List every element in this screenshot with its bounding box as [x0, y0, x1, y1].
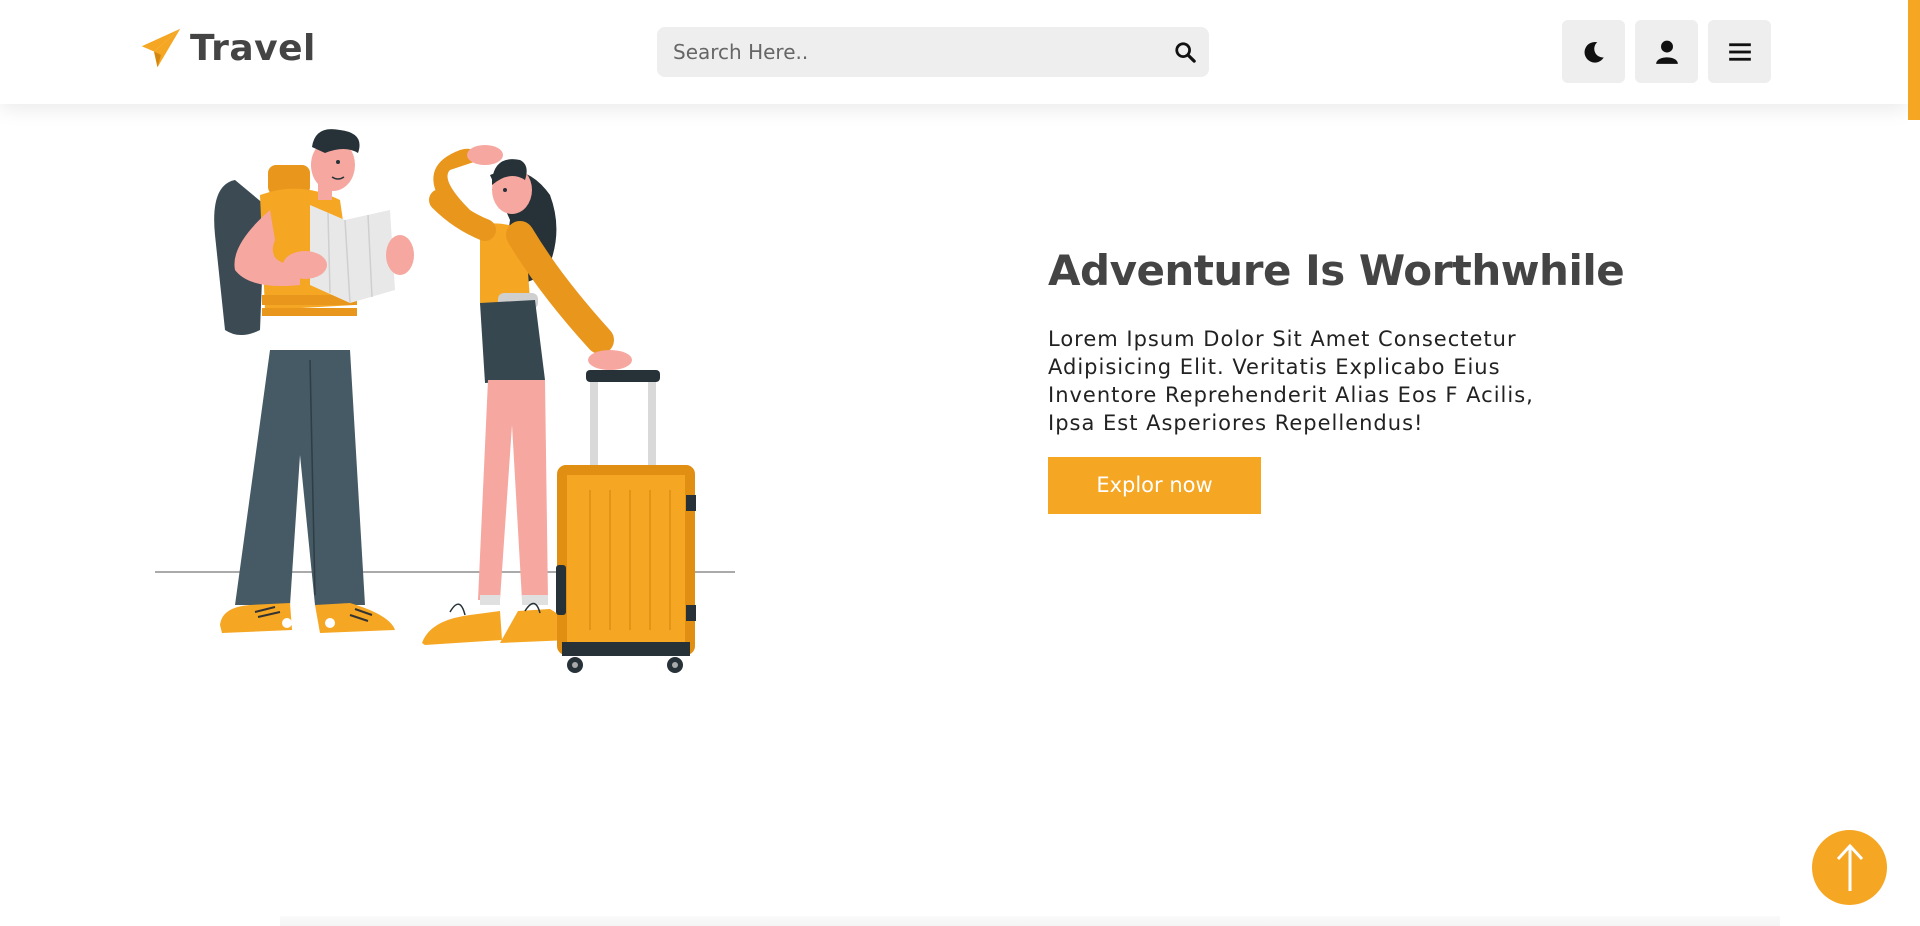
page-scrollbar[interactable] [1908, 0, 1920, 926]
hero-description: Lorem Ipsum Dolor Sit Amet Consectetur A… [1048, 327, 1534, 435]
explore-now-button[interactable]: Explor now [1048, 457, 1261, 514]
user-icon [1655, 40, 1678, 64]
logo-text: Travel [190, 27, 316, 69]
scroll-to-top-button[interactable] [1812, 830, 1887, 905]
theme-toggle-button[interactable] [1562, 20, 1625, 83]
scrollbar-thumb[interactable] [1908, 0, 1920, 120]
moon-icon [1584, 41, 1604, 63]
search-icon [1175, 42, 1196, 63]
search-form [657, 27, 1209, 77]
arrow-up-icon [1836, 843, 1863, 891]
menu-button[interactable] [1708, 20, 1771, 83]
search-input[interactable] [657, 27, 1161, 77]
logo-link[interactable]: Travel [140, 27, 316, 69]
hero-title: Adventure Is Worthwhile [1048, 246, 1625, 295]
site-header: Travel [0, 0, 1908, 104]
hero-content: Adventure Is Worthwhile Lorem Ipsum Dolo… [1048, 246, 1625, 514]
search-button[interactable] [1161, 27, 1209, 77]
hamburger-icon [1728, 42, 1751, 61]
paper-plane-icon [141, 28, 181, 68]
travelers-illustration [155, 129, 735, 673]
section-divider [280, 916, 1780, 926]
user-account-button[interactable] [1635, 20, 1698, 83]
